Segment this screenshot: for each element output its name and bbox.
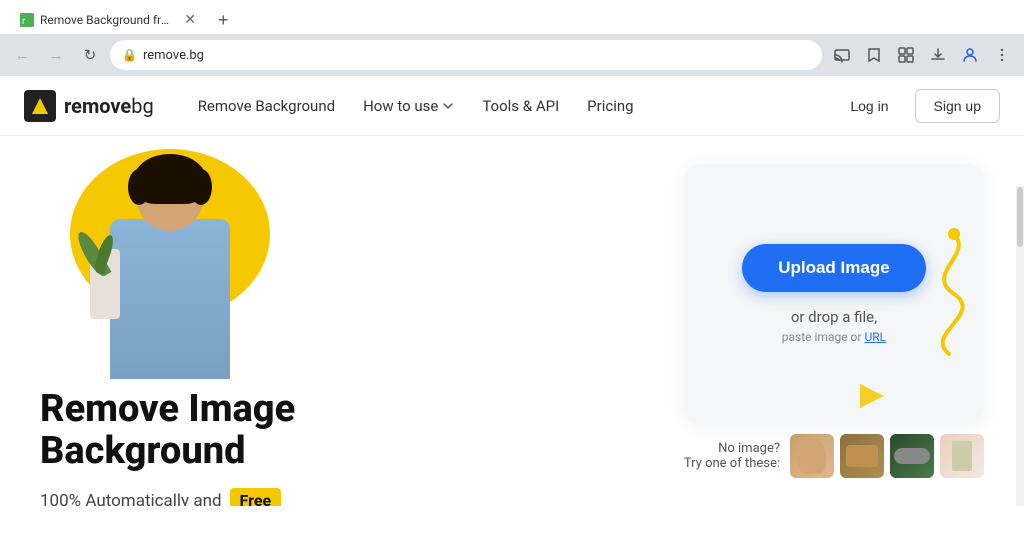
forward-button[interactable]: → bbox=[42, 41, 70, 69]
browser-tab[interactable]: r Remove Background from Ima… ✕ bbox=[8, 6, 208, 34]
browser-toolbar bbox=[828, 41, 1016, 69]
sample-section: No image? Try one of these: bbox=[684, 434, 984, 478]
nav-links: Remove Background How to use Tools & API… bbox=[186, 89, 835, 123]
bookmark-button[interactable] bbox=[860, 41, 888, 69]
hair-right bbox=[190, 169, 212, 205]
logo-text: removebg bbox=[64, 94, 154, 118]
browser-window: r Remove Background from Ima… ✕ + ← → ↻ … bbox=[0, 0, 1024, 76]
nav-remove-background[interactable]: Remove Background bbox=[186, 89, 347, 123]
plant bbox=[80, 229, 130, 319]
back-button[interactable]: ← bbox=[8, 41, 36, 69]
sample-thumb-4[interactable] bbox=[940, 434, 984, 478]
free-badge: Free bbox=[230, 488, 282, 506]
hair-left bbox=[128, 169, 150, 205]
address-bar[interactable]: 🔒 remove.bg bbox=[110, 40, 822, 70]
navigation: removebg Remove Background How to use To… bbox=[0, 76, 1024, 136]
signup-button[interactable]: Sign up bbox=[915, 89, 1000, 123]
hero-left: Remove Image Background 100% Automatical… bbox=[40, 136, 684, 506]
hero-right: Upload Image or drop a file, paste image… bbox=[684, 164, 984, 478]
logo-icon bbox=[24, 90, 56, 122]
hero-section: Remove Image Background 100% Automatical… bbox=[0, 136, 1024, 506]
hero-title: Remove Image Background bbox=[40, 389, 664, 473]
person-figure bbox=[90, 149, 250, 379]
nav-how-to-use[interactable]: How to use bbox=[351, 89, 466, 123]
sample-thumb-3[interactable] bbox=[890, 434, 934, 478]
download-button[interactable] bbox=[924, 41, 952, 69]
page-content: removebg Remove Background How to use To… bbox=[0, 76, 1024, 506]
tab-close-button[interactable]: ✕ bbox=[184, 12, 196, 28]
address-text: remove.bg bbox=[143, 48, 810, 63]
tab-favicon: r bbox=[20, 13, 34, 27]
sample-thumb-1[interactable] bbox=[790, 434, 834, 478]
browser-controls: ← → ↻ 🔒 remove.bg bbox=[0, 34, 1024, 76]
nav-pricing[interactable]: Pricing bbox=[575, 89, 645, 123]
hero-subtitle: 100% Automatically and Free bbox=[40, 488, 664, 506]
profile-button[interactable] bbox=[956, 41, 984, 69]
drop-text: or drop a file, bbox=[791, 308, 877, 326]
chevron-down-icon bbox=[442, 100, 454, 112]
new-tab-button[interactable]: + bbox=[212, 10, 235, 31]
url-link[interactable]: URL bbox=[864, 330, 886, 344]
sample-label: No image? Try one of these: bbox=[684, 441, 780, 471]
extension-button[interactable] bbox=[892, 41, 920, 69]
tab-title: Remove Background from Ima… bbox=[40, 13, 174, 27]
squiggle-decoration bbox=[894, 224, 974, 364]
nav-actions: Log in Sign up bbox=[834, 89, 1000, 123]
hero-illustration bbox=[40, 136, 320, 379]
sample-thumb-2[interactable] bbox=[840, 434, 884, 478]
menu-button[interactable] bbox=[988, 41, 1016, 69]
nav-tools-api[interactable]: Tools & API bbox=[470, 89, 571, 123]
logo[interactable]: removebg bbox=[24, 90, 154, 122]
drop-subtext: paste image or URL bbox=[782, 330, 886, 344]
triangle-decoration bbox=[860, 384, 884, 408]
browser-titlebar: r Remove Background from Ima… ✕ + bbox=[0, 0, 1024, 34]
hero-text: Remove Image Background 100% Automatical… bbox=[40, 389, 664, 506]
scrollbar-thumb[interactable] bbox=[1017, 187, 1023, 247]
login-button[interactable]: Log in bbox=[834, 90, 904, 122]
cast-button[interactable] bbox=[828, 41, 856, 69]
refresh-button[interactable]: ↻ bbox=[76, 41, 104, 69]
sample-images bbox=[790, 434, 984, 478]
svg-text:r: r bbox=[22, 17, 25, 27]
scrollbar[interactable] bbox=[1016, 186, 1024, 506]
secure-icon: 🔒 bbox=[122, 48, 137, 62]
